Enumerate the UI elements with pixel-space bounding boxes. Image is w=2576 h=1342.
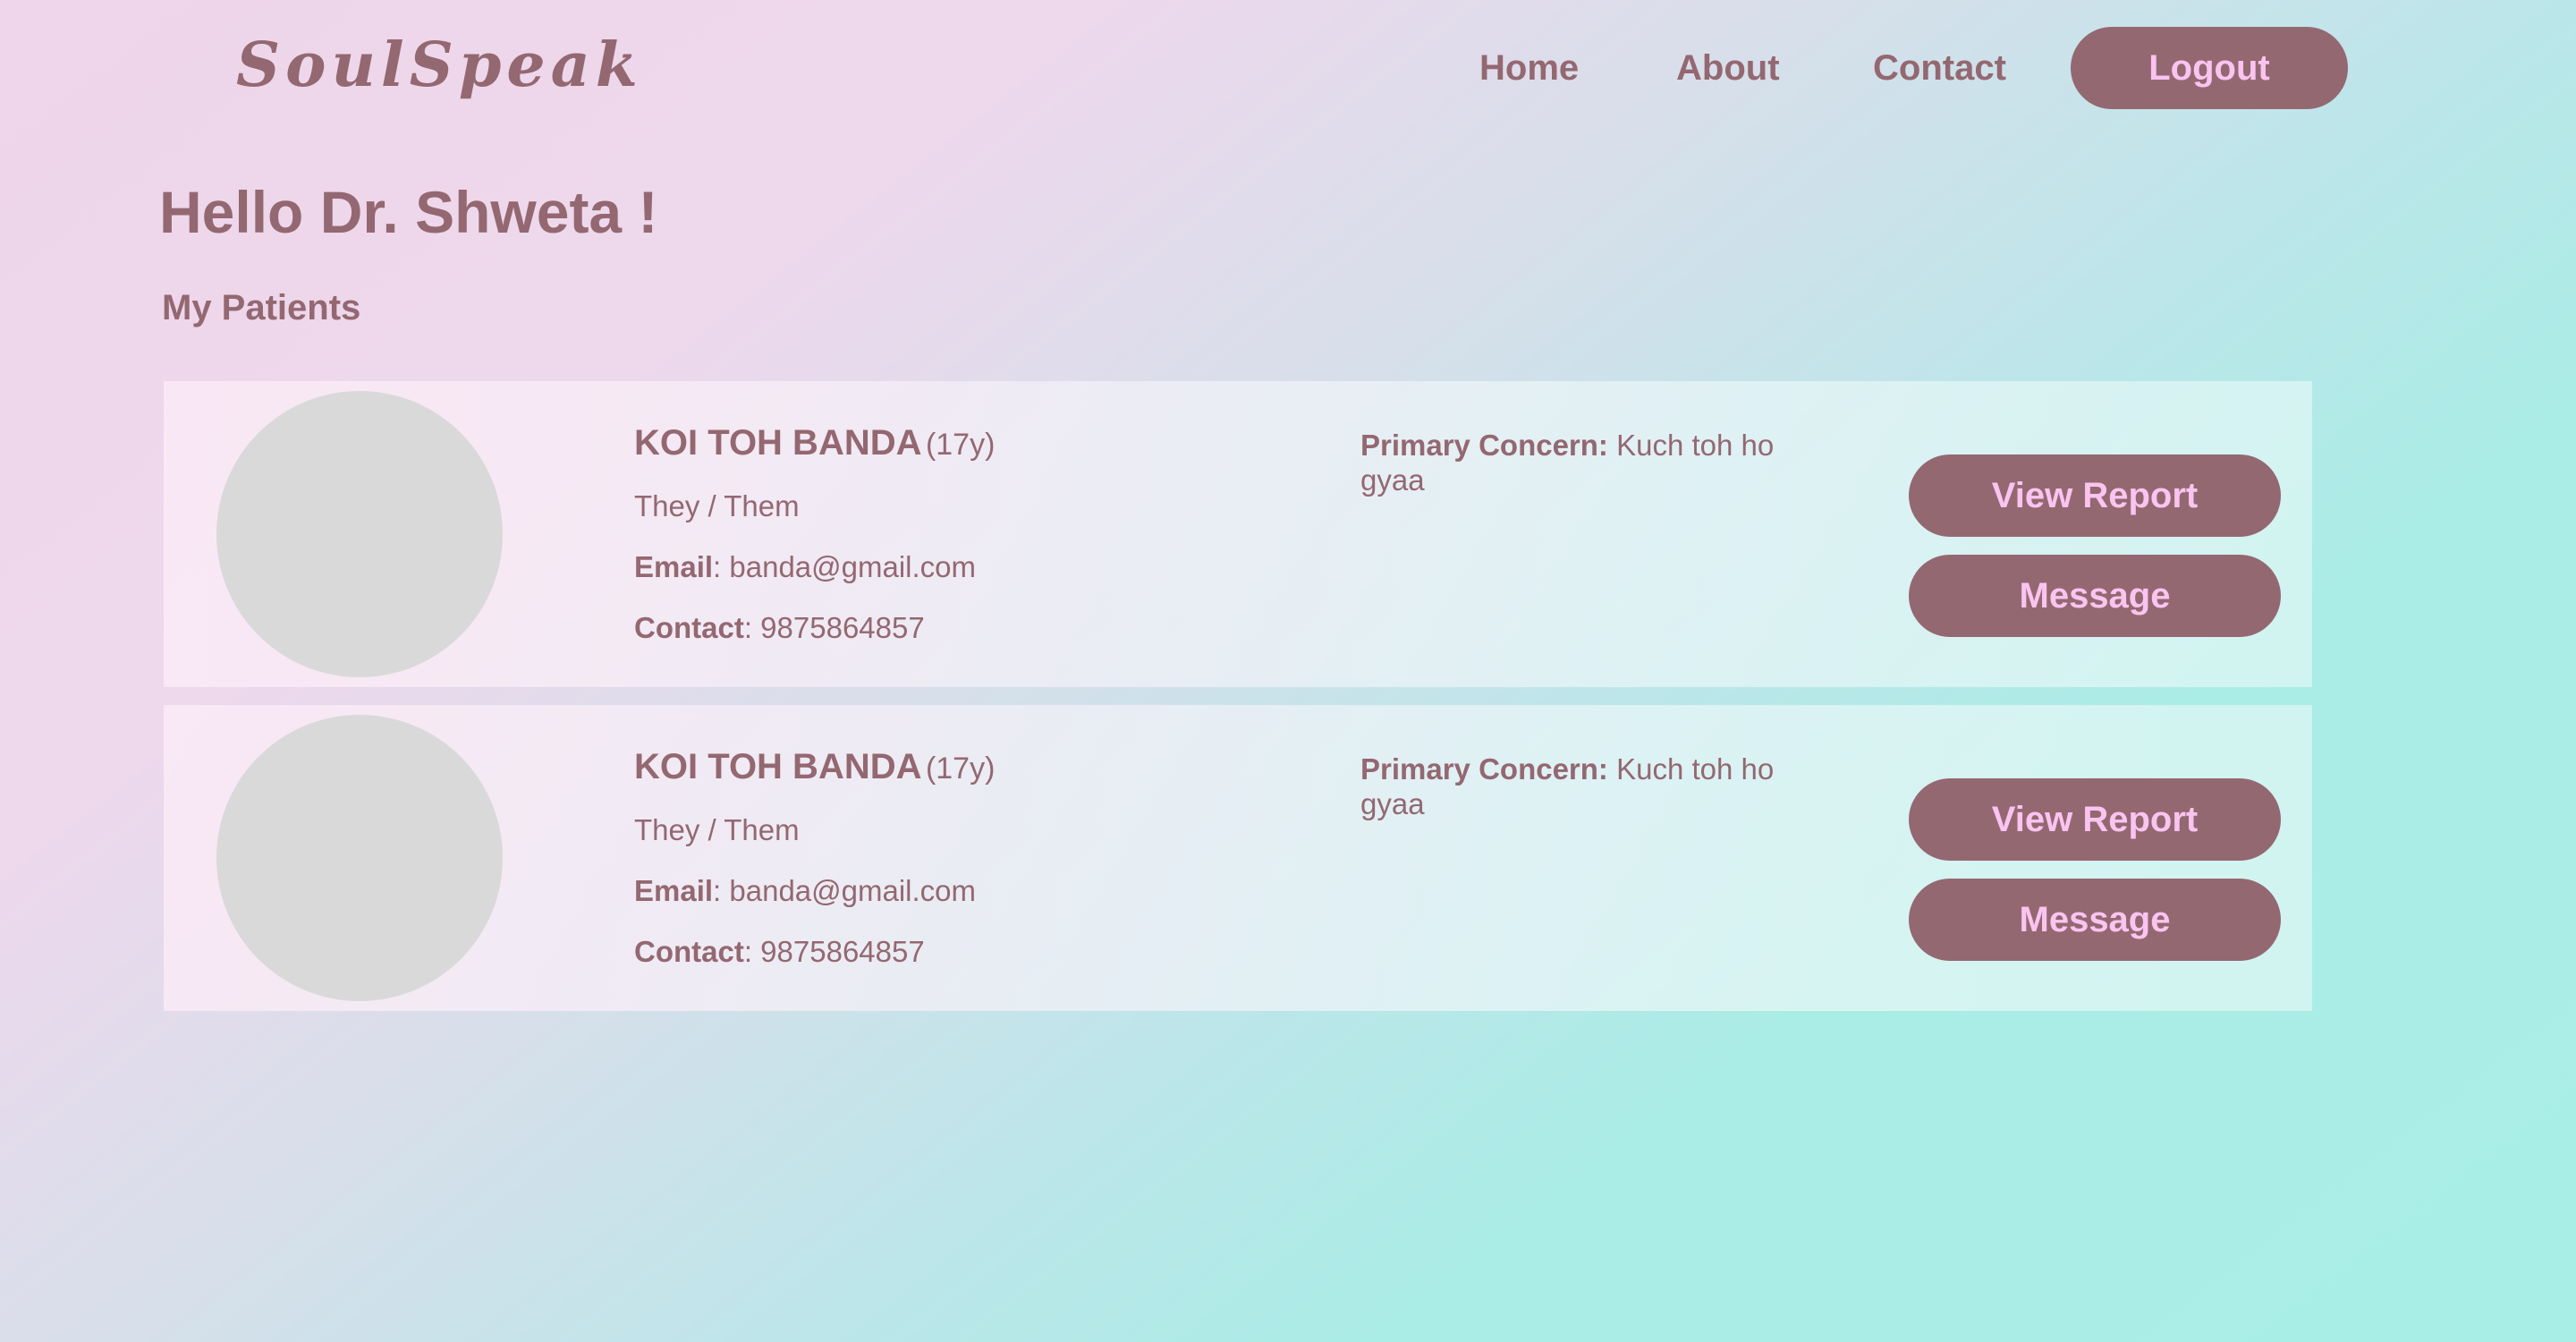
patient-primary-concern: Primary Concern: Kuch toh ho gyaa (1360, 428, 1826, 497)
patient-age: (17y) (925, 752, 996, 786)
patient-card: KOI TOH BANDA (17y) They / Them Email: b… (164, 705, 2312, 1011)
brand-logo[interactable]: SoulSpeak (236, 25, 643, 106)
patient-pronouns: They / Them (634, 489, 800, 522)
primary-concern-label: Primary Concern: (1360, 752, 1608, 786)
nav-link-contact[interactable]: Contact (1873, 38, 2006, 98)
patient-name: KOI TOH BANDA (634, 423, 922, 463)
nav-link-home[interactable]: Home (1479, 38, 1579, 98)
patient-name-line: KOI TOH BANDA (17y) (634, 419, 1260, 467)
patient-email-row: Email: banda@gmail.com (634, 870, 1260, 913)
patient-info: KOI TOH BANDA (17y) They / Them Email: b… (634, 419, 1260, 650)
patient-avatar (216, 391, 503, 677)
primary-concern-label: Primary Concern: (1360, 429, 1608, 462)
view-report-button[interactable]: View Report (1909, 454, 2281, 537)
patient-contact: : 9875864857 (743, 935, 925, 968)
message-button[interactable]: Message (1909, 879, 2281, 961)
patient-email: : banda@gmail.com (713, 550, 977, 583)
patient-email: : banda@gmail.com (713, 874, 977, 907)
nav-link-about[interactable]: About (1676, 38, 1780, 98)
email-label: Email (634, 874, 714, 907)
patient-email-row: Email: banda@gmail.com (634, 546, 1260, 589)
patient-age: (17y) (925, 428, 996, 462)
patient-pronouns: They / Them (634, 813, 800, 846)
view-report-button[interactable]: View Report (1909, 778, 2281, 861)
section-title-my-patients: My Patients (162, 288, 361, 327)
message-button[interactable]: Message (1909, 555, 2281, 637)
patient-info: KOI TOH BANDA (17y) They / Them Email: b… (634, 743, 1260, 973)
email-label: Email (634, 550, 714, 583)
patient-name: KOI TOH BANDA (634, 747, 922, 786)
page-title: Hello Dr. Shweta ! (159, 179, 658, 245)
patient-contact-row: Contact: 9875864857 (634, 930, 1260, 973)
patient-contact-row: Contact: 9875864857 (634, 607, 1260, 650)
contact-label: Contact (634, 611, 744, 644)
patient-name-line: KOI TOH BANDA (17y) (634, 743, 1260, 791)
patient-avatar (216, 715, 503, 1001)
patient-card: KOI TOH BANDA (17y) They / Them Email: b… (164, 381, 2312, 687)
contact-label: Contact (634, 935, 744, 968)
logout-button[interactable]: Logout (2071, 27, 2348, 109)
patient-primary-concern: Primary Concern: Kuch toh ho gyaa (1360, 752, 1826, 821)
patient-contact: : 9875864857 (743, 611, 925, 644)
